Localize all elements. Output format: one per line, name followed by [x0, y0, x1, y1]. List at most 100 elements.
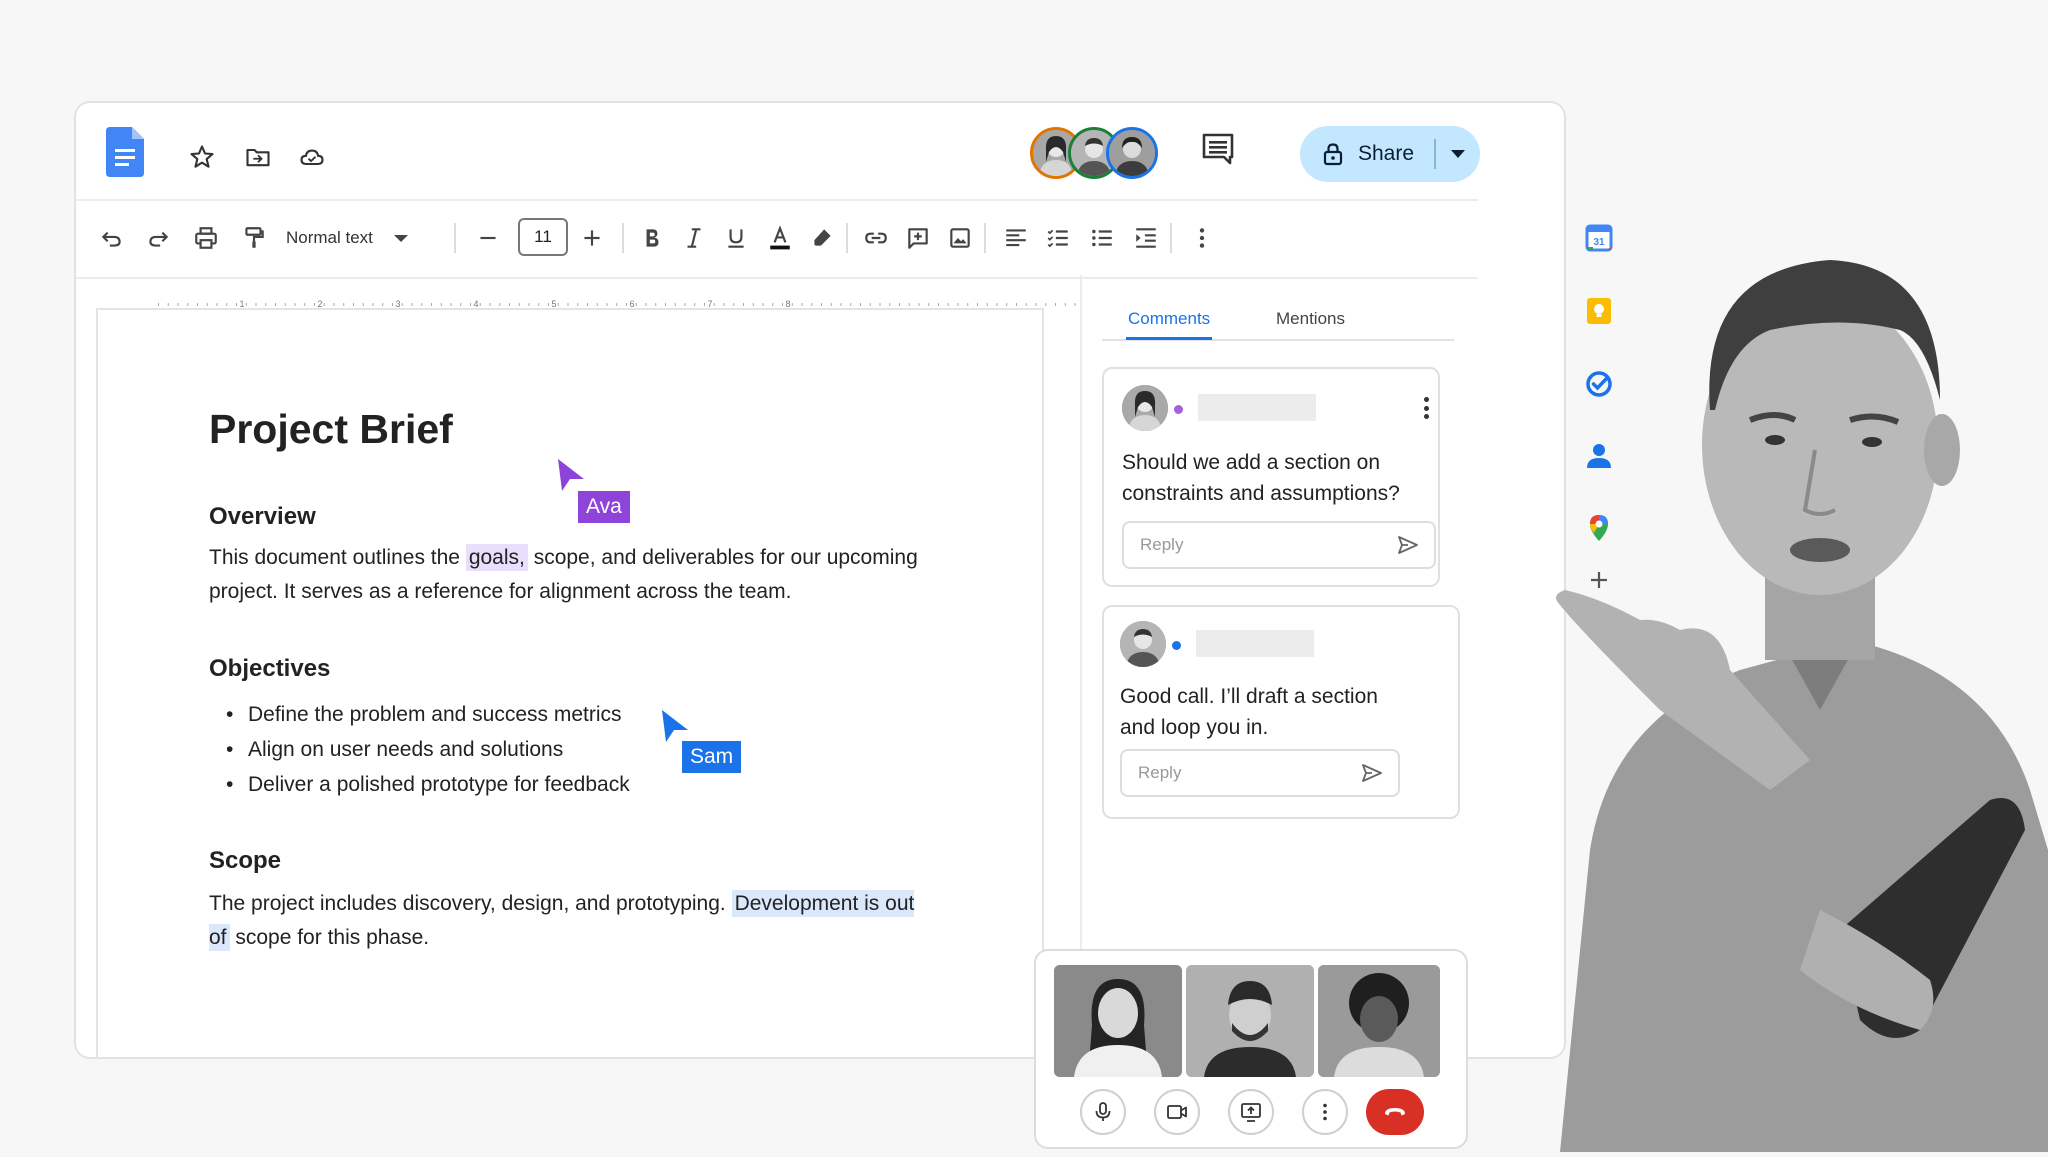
ruler-tick	[645, 303, 647, 306]
indent-icon[interactable]	[1130, 222, 1162, 254]
reply-input[interactable]	[1138, 534, 1362, 556]
send-icon[interactable]	[1396, 533, 1420, 557]
list-item[interactable]: Define the problem and success metrics	[226, 703, 621, 727]
document-title[interactable]: Project Brief	[209, 406, 453, 453]
paragraph-style-select[interactable]: Normal text	[286, 221, 426, 255]
ruler-tick	[665, 303, 666, 306]
ruler-tick	[499, 303, 501, 306]
undo-icon[interactable]	[96, 222, 128, 254]
ruler-tick	[401, 303, 403, 306]
reply-input[interactable]	[1136, 762, 1360, 784]
ruler-tick	[1016, 303, 1017, 306]
comment-history-icon[interactable]	[1200, 131, 1236, 167]
ruler-tick	[167, 303, 169, 306]
list-item[interactable]: Align on user needs and solutions	[226, 738, 563, 762]
more-call-options-button[interactable]	[1302, 1089, 1348, 1135]
comment-text: Good call. I’ll draft a section and loop…	[1120, 685, 1378, 739]
list-item[interactable]: Deliver a polished prototype for feedbac…	[226, 773, 630, 797]
overview-text-start: This document outlines the	[209, 546, 466, 569]
objectives-heading[interactable]: Objectives	[209, 655, 330, 683]
chevron-down-icon	[1450, 150, 1465, 158]
ruler-tick	[314, 303, 315, 306]
star-icon[interactable]	[188, 143, 216, 171]
scope-heading[interactable]: Scope	[209, 847, 281, 875]
overview-paragraph[interactable]: This document outlines the goals, scope,…	[209, 541, 929, 609]
scope-paragraph[interactable]: The project includes discovery, design, …	[209, 887, 929, 955]
active-tab-indicator	[1126, 337, 1212, 340]
tab-comments[interactable]: Comments	[1128, 309, 1210, 329]
align-left-icon[interactable]	[1000, 222, 1032, 254]
participant-tile[interactable]	[1318, 965, 1440, 1077]
ruler-tick	[860, 303, 861, 306]
font-size-field[interactable]: 11	[518, 218, 568, 256]
comment-card[interactable]: Good call. I’ll draft a section and loop…	[1102, 605, 1460, 819]
ruler-tick	[918, 303, 920, 306]
ruler-tick	[577, 303, 579, 306]
avatar[interactable]	[1106, 127, 1158, 179]
formatting-toolbar: Normal text 11	[76, 199, 1478, 279]
move-to-folder-icon[interactable]	[244, 143, 272, 171]
ruler-tick	[1025, 303, 1027, 306]
ruler-tick	[713, 303, 715, 306]
overview-heading[interactable]: Overview	[209, 503, 316, 531]
ruler-tick	[362, 303, 364, 306]
cloud-saved-icon[interactable]	[298, 143, 326, 171]
ruler-tick	[197, 303, 198, 306]
underline-icon[interactable]	[720, 222, 752, 254]
ruler-tick	[1035, 303, 1037, 306]
ruler-tick	[450, 303, 452, 306]
ruler-tick	[489, 303, 491, 306]
print-icon[interactable]	[190, 222, 222, 254]
tab-mentions[interactable]: Mentions	[1276, 309, 1345, 329]
participant-tile[interactable]	[1054, 965, 1182, 1077]
ruler-tick	[889, 303, 891, 306]
author-name-placeholder	[1198, 394, 1316, 421]
redo-icon[interactable]	[142, 222, 174, 254]
camera-button[interactable]	[1154, 1089, 1200, 1135]
ruler-tick	[752, 303, 754, 306]
more-options-icon[interactable]	[1416, 393, 1436, 423]
paint-format-icon[interactable]	[238, 222, 270, 254]
insert-link-icon[interactable]	[860, 222, 892, 254]
share-button[interactable]: Share	[1300, 126, 1480, 182]
reply-field[interactable]	[1120, 749, 1400, 797]
toolbar-divider	[622, 223, 624, 253]
present-screen-button[interactable]	[1228, 1089, 1274, 1135]
share-main-button[interactable]: Share	[1300, 126, 1434, 182]
microphone-button[interactable]	[1080, 1089, 1126, 1135]
decrease-font-size-icon[interactable]	[472, 222, 504, 254]
ruler-tick	[899, 303, 900, 306]
toolbar-divider	[454, 223, 456, 253]
ruler-tick	[811, 303, 813, 306]
reply-field[interactable]	[1122, 521, 1436, 569]
ruler-tick	[782, 303, 783, 306]
collaborator-cursor-icon	[556, 457, 586, 491]
ruler-tick	[236, 303, 237, 306]
ruler-tick	[635, 303, 637, 306]
ruler-tick	[938, 303, 939, 306]
ruler-tick	[392, 303, 393, 306]
share-dropdown-button[interactable]	[1436, 126, 1480, 182]
avatar	[1122, 385, 1168, 431]
docs-logo-icon[interactable]	[106, 127, 144, 177]
increase-font-size-icon[interactable]	[576, 222, 608, 254]
participant-tile[interactable]	[1186, 965, 1314, 1077]
text-color-icon[interactable]	[764, 222, 796, 254]
send-icon[interactable]	[1360, 761, 1384, 785]
avatar	[1120, 621, 1166, 667]
more-options-icon	[1323, 1103, 1327, 1121]
ruler-tick	[1055, 303, 1056, 306]
italic-icon[interactable]	[678, 222, 710, 254]
insert-image-icon[interactable]	[944, 222, 976, 254]
paragraph-style-value: Normal text	[286, 228, 373, 247]
checklist-icon[interactable]	[1042, 222, 1074, 254]
comment-card[interactable]: Should we add a section on constraints a…	[1102, 367, 1440, 587]
toolbar-divider	[846, 223, 848, 253]
bold-icon[interactable]	[636, 222, 668, 254]
ruler-tick	[460, 303, 462, 306]
highlight-color-icon[interactable]	[806, 222, 838, 254]
more-options-icon[interactable]	[1186, 222, 1218, 254]
bulleted-list-icon[interactable]	[1086, 222, 1118, 254]
add-comment-icon[interactable]	[902, 222, 934, 254]
end-call-button[interactable]	[1366, 1089, 1424, 1135]
